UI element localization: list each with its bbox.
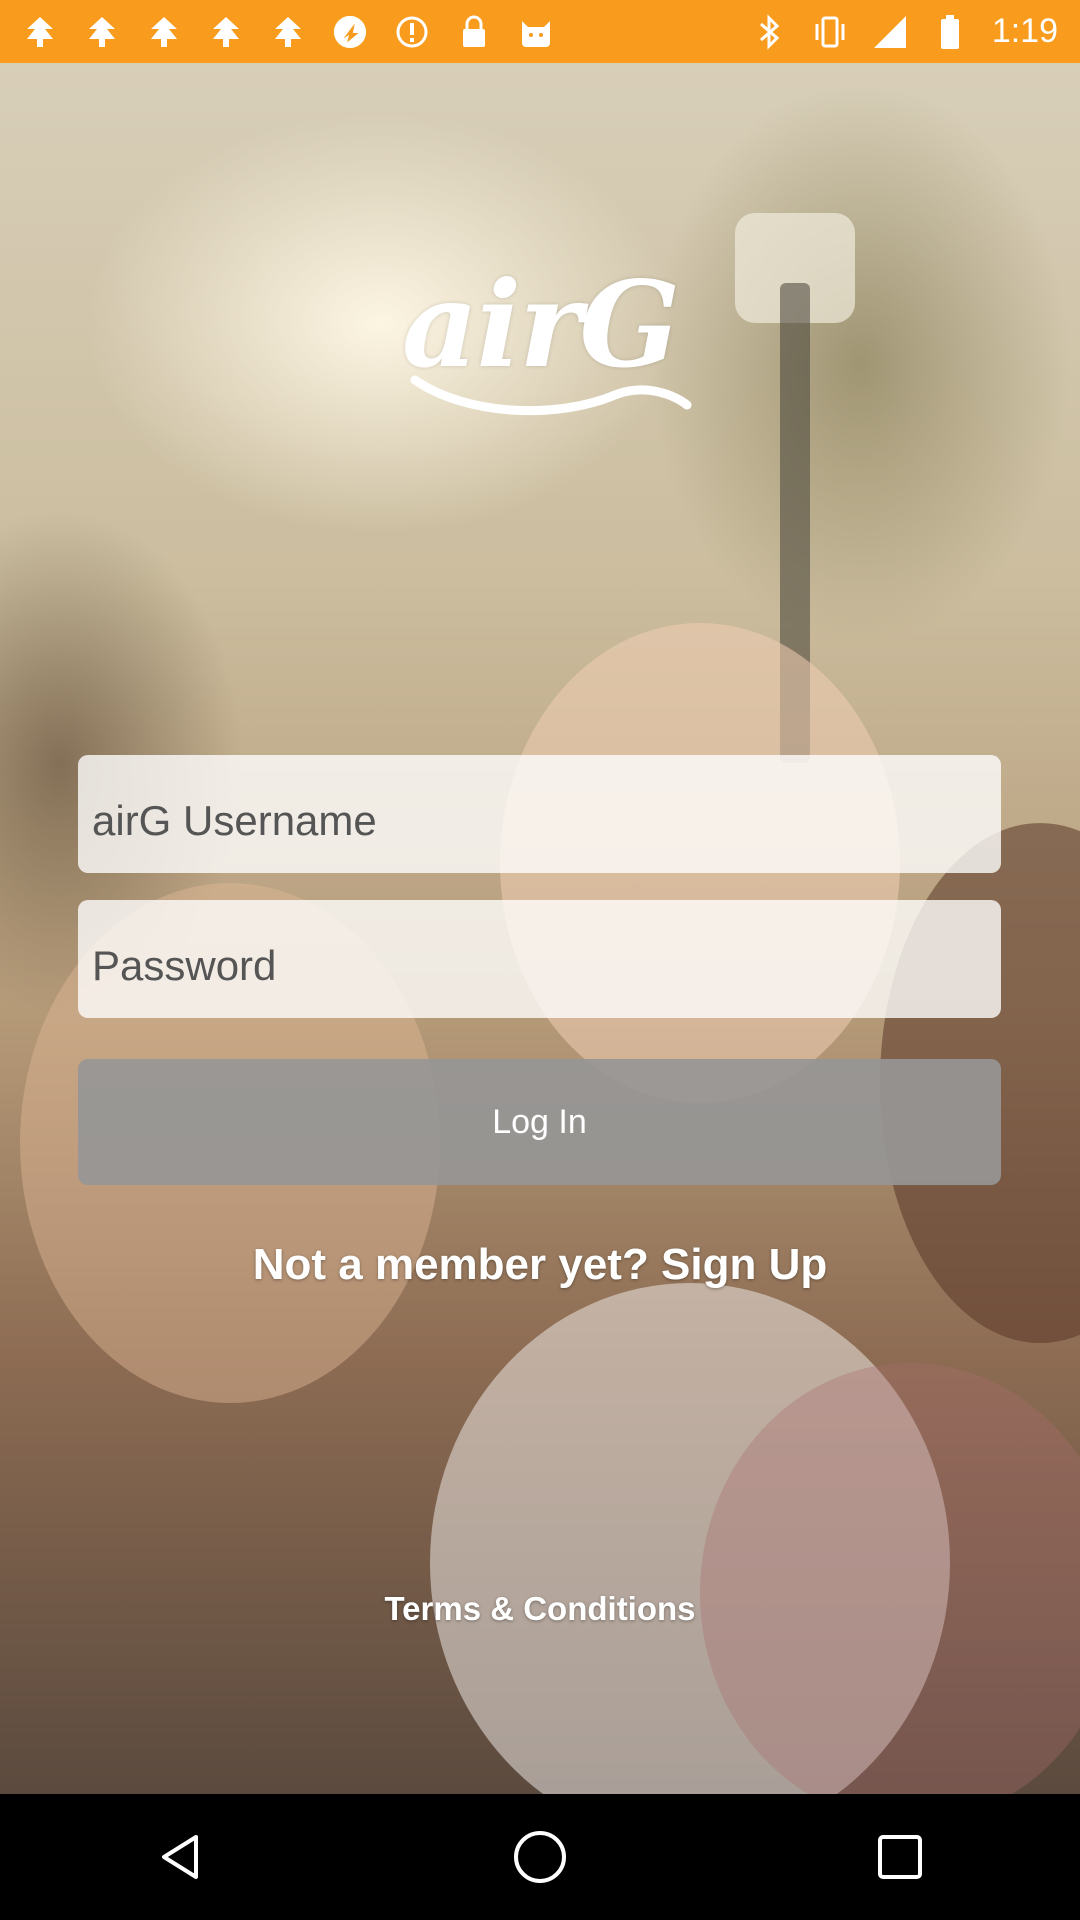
home-icon[interactable] bbox=[500, 1817, 580, 1897]
tree-icon bbox=[146, 14, 182, 50]
status-bar: 1:19 bbox=[0, 0, 1080, 63]
battery-icon bbox=[932, 14, 968, 50]
password-field[interactable]: Password bbox=[78, 900, 1001, 1018]
username-placeholder: airG Username bbox=[92, 797, 377, 844]
password-placeholder: Password bbox=[92, 942, 277, 989]
back-icon[interactable] bbox=[140, 1817, 220, 1897]
signup-link[interactable]: Not a member yet? Sign Up bbox=[0, 1240, 1080, 1290]
status-right-icons: 1:19 bbox=[752, 12, 1058, 51]
tree-icon bbox=[270, 14, 306, 50]
alert-icon bbox=[394, 14, 430, 50]
recents-icon[interactable] bbox=[860, 1817, 940, 1897]
tree-icon bbox=[22, 14, 58, 50]
lock-icon bbox=[456, 14, 492, 50]
terms-link[interactable]: Terms & Conditions bbox=[0, 1590, 1080, 1628]
tree-icon bbox=[84, 14, 120, 50]
login-button[interactable]: Log In bbox=[78, 1059, 1001, 1185]
nav-app-icon bbox=[332, 14, 368, 50]
navigation-bar bbox=[0, 1794, 1080, 1920]
username-field[interactable]: airG Username bbox=[78, 755, 1001, 873]
logo-swoosh bbox=[410, 375, 692, 416]
cat-icon bbox=[518, 14, 554, 50]
signal-icon bbox=[872, 14, 908, 50]
vibrate-icon bbox=[812, 14, 848, 50]
app-logo: airG bbox=[375, 255, 705, 425]
status-time: 1:19 bbox=[991, 12, 1058, 50]
status-left-icons bbox=[22, 14, 554, 50]
bluetooth-icon bbox=[752, 13, 788, 50]
tree-icon bbox=[208, 14, 244, 50]
